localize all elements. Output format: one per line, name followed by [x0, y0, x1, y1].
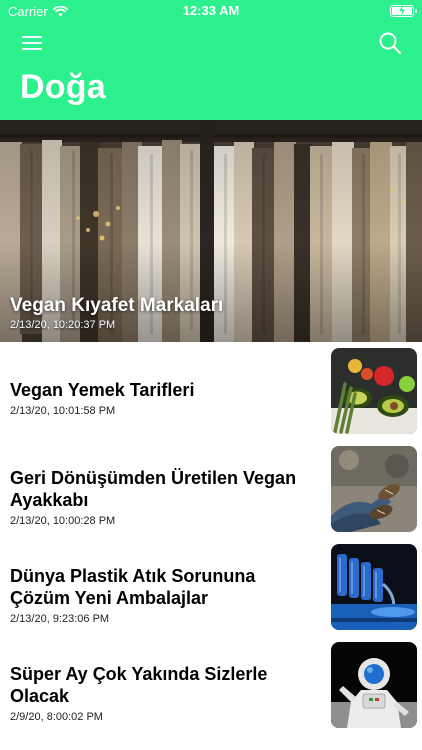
status-time: 12:33 AM [182, 3, 240, 18]
article-title: Süper Ay Çok Yakında Sizlerle Olacak [10, 664, 268, 706]
article-title: Dünya Plastik Atık Sorununa Çözüm Yeni A… [10, 566, 256, 608]
article-date: 2/13/20, 10:01:58 PM [10, 405, 116, 417]
vegan-food-thumbnail [331, 348, 417, 434]
astronaut-thumbnail [331, 642, 417, 728]
status-bar: Carrier 12:33 AM [0, 0, 422, 22]
article-title: Geri Dönüşümden Üretilen Vegan Ayakkabı [10, 468, 297, 510]
article-date: 2/13/20, 10:00:28 PM [10, 515, 116, 527]
article-item[interactable]: Süper Ay Çok Yakında Sizlerle Olacak 2/9… [0, 636, 422, 734]
app-header: Carrier 12:33 AM Doğa [0, 0, 422, 120]
article-item[interactable]: Dünya Plastik Atık Sorununa Çözüm Yeni A… [0, 538, 422, 636]
article-date: 2/9/20, 8:00:02 PM [10, 711, 103, 723]
battery-charging-icon [390, 5, 417, 17]
hamburger-menu-icon[interactable] [22, 33, 44, 53]
article-item[interactable]: Geri Dönüşümden Üretilen Vegan Ayakkabı … [0, 440, 422, 538]
featured-article[interactable]: Vegan Kıyafet Markaları 2/13/20, 10:20:3… [0, 120, 422, 342]
article-date: 2/13/20, 9:23:06 PM [10, 613, 110, 625]
page-title: Doğa [20, 68, 106, 106]
search-icon[interactable] [378, 31, 402, 55]
featured-date: 2/13/20, 10:20:37 PM [10, 319, 116, 331]
article-title: Vegan Yemek Tarifleri [10, 380, 195, 400]
featured-title: Vegan Kıyafet Markaları [10, 295, 224, 316]
plastic-bottles-thumbnail [331, 544, 417, 630]
article-item[interactable]: Vegan Yemek Tarifleri 2/13/20, 10:01:58 … [0, 342, 422, 440]
vegan-shoes-thumbnail [331, 446, 417, 532]
